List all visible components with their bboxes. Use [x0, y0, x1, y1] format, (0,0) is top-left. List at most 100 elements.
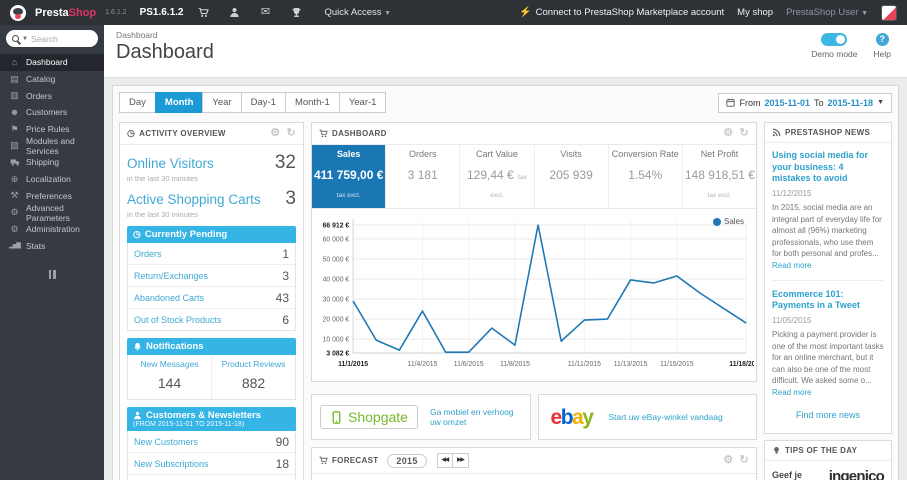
version-label: 1.6.1.2 [105, 9, 127, 16]
panel-refresh-icon[interactable]: ↻ [286, 128, 296, 139]
forecast-legend: Traffic Conversion Average Cart Value Sa… [312, 474, 756, 480]
shopgate-link[interactable]: Ga mobiel en verhoog uw omzet [430, 407, 522, 427]
range-year-button[interactable]: Year [202, 92, 241, 113]
read-more-link[interactable]: Read more [772, 388, 812, 397]
search-input[interactable] [30, 33, 92, 44]
rss-icon [772, 128, 781, 137]
news-article-title[interactable]: Using social media for your business: 4 … [772, 150, 884, 185]
customers-newsletters-header: Customers & Newsletters (FROM 2015-11-01… [127, 407, 296, 431]
kpi-orders[interactable]: Orders 3 181 [385, 145, 459, 208]
panel-refresh-icon[interactable]: ↻ [739, 455, 749, 466]
pending-out-of-stock-row[interactable]: Out of Stock Products 6 [128, 309, 295, 330]
collapse-menu-button[interactable] [0, 266, 104, 284]
truck-icon [9, 157, 20, 167]
chart-legend[interactable]: Sales [712, 217, 744, 226]
shop-code: PS1.6.1.2 [139, 7, 184, 18]
previous-year-button[interactable]: ◀◀ [436, 453, 454, 469]
cart-icon[interactable] [192, 7, 214, 18]
range-year-1-button[interactable]: Year-1 [338, 92, 387, 113]
clock-icon: ◷ [127, 128, 136, 138]
dashboard-board: Day Month Year Day-1 Month-1 Year-1 From… [112, 85, 899, 480]
marketplace-link[interactable]: ⚡ Connect to PrestaShop Marketplace accou… [519, 7, 724, 18]
activity-overview-panel: ◷ ACTIVITY OVERVIEW ⚙ ↻ Online Visitors 32… [119, 122, 304, 480]
new-customers-row[interactable]: New Customers 90 [128, 431, 295, 453]
sidebar-item-administration[interactable]: ⚙ Administration [0, 221, 104, 238]
read-more-link[interactable]: Read more [772, 261, 812, 270]
online-visitors-label[interactable]: Online Visitors [127, 156, 214, 171]
svg-text:66 912 €: 66 912 € [323, 222, 350, 229]
shopgate-logo: Shopgate [320, 405, 418, 429]
sidebar-item-orders[interactable]: ▥ Orders [0, 87, 104, 104]
sidebar-item-catalog[interactable]: ▤ Catalog [0, 71, 104, 88]
pending-orders-row[interactable]: Orders 1 [128, 243, 295, 265]
svg-text:30 000 €: 30 000 € [323, 296, 350, 303]
sidebar-item-modules[interactable]: ▧ Modules and Services [0, 136, 104, 156]
new-subscriptions-row[interactable]: New Subscriptions 18 [128, 453, 295, 475]
sidebar: ▼ ⌂Dashboard ▤Catalog ▥Orders ☻Customers… [0, 25, 104, 480]
kpi-conversion-rate[interactable]: Conversion Rate 1.54% [607, 145, 682, 208]
prestashop-logo [10, 4, 26, 21]
pending-abandoned-carts-row[interactable]: Abandoned Carts 43 [128, 287, 295, 309]
total-subscribers-row[interactable]: Total Subscribers1308 [128, 475, 295, 480]
kpi-net-profit[interactable]: Net Profit 148 918,51 € tax excl. [681, 145, 756, 208]
sidebar-nav: ⌂ Dashboard ▤ Catalog ▥ Orders ☻ Customers ⚑… [0, 54, 104, 254]
puzzle-icon: ▧ [10, 140, 19, 151]
quick-access-menu[interactable]: Quick Access ▼ [324, 7, 391, 18]
sidebar-item-shipping[interactable]: Shipping [0, 154, 104, 171]
find-more-news-link[interactable]: Find more news [772, 410, 884, 420]
ebay-link[interactable]: Start uw eBay-winkel vandaag [608, 412, 722, 422]
range-month-button[interactable]: Month [154, 92, 203, 113]
date-range-picker[interactable]: From 2015-11-01 To 2015-11-18 ▼ [718, 92, 892, 113]
sidebar-item-stats[interactable]: ▂▅▇ Stats [0, 238, 104, 255]
pending-returns-row[interactable]: Return/Exchanges 3 [128, 265, 295, 287]
kpi-visits[interactable]: Visits 205 939 [533, 145, 608, 208]
page-header: Dashboard Dashboard Demo mode ? Help [104, 25, 907, 78]
news-article-date: 11/05/2015 [772, 316, 812, 325]
panel-settings-icon[interactable]: ⚙ [723, 128, 733, 139]
demo-mode-toggle[interactable] [821, 33, 848, 46]
sidebar-item-advanced-parameters[interactable]: ⚙ Advanced Parameters [0, 203, 104, 223]
product-reviews-cell[interactable]: Product Reviews 882 [211, 355, 295, 399]
cart-icon [319, 129, 328, 138]
date-from: 2015-11-01 [764, 97, 810, 108]
main-area: Dashboard Dashboard Demo mode ? Help Day… [104, 25, 907, 480]
my-shop-link[interactable]: My shop [737, 7, 773, 18]
kpi-strip: Sales 411 759,00 € tax excl. Orders 3 181 … [312, 145, 756, 209]
panel-settings-icon[interactable]: ⚙ [270, 128, 280, 139]
ebay-promo: ebay Start uw eBay-winkel vandaag [537, 394, 757, 440]
help-icon[interactable]: ? [875, 33, 889, 46]
svg-text:11/15/2015: 11/15/2015 [660, 361, 694, 368]
active-carts-label[interactable]: Active Shopping Carts [127, 192, 261, 207]
next-year-button[interactable]: ▶▶ [453, 453, 469, 469]
active-carts-value: 3 [285, 188, 296, 209]
range-day-button[interactable]: Day [119, 92, 155, 113]
news-article-excerpt: In 2015, social media are an integral pa… [772, 203, 882, 271]
range-day-1-button[interactable]: Day-1 [240, 92, 285, 113]
sidebar-item-dashboard[interactable]: ⌂ Dashboard [0, 54, 104, 71]
prestashop-news-panel: PRESTASHOP NEWS Using social media for y… [764, 122, 892, 434]
sidebar-item-localization[interactable]: ⊕ Localization [0, 171, 104, 188]
sidebar-item-customers[interactable]: ☻ Customers [0, 104, 104, 121]
ingenico-logo: ingenico Payment services [828, 467, 885, 480]
user-menu[interactable]: PrestaShop User ▼ [786, 7, 868, 18]
chevron-down-icon: ▼ [384, 10, 392, 17]
svg-text:11/18/2015: 11/18/2015 [729, 361, 754, 368]
range-month-1-button[interactable]: Month-1 [284, 92, 339, 113]
envelope-icon[interactable]: ✉ [254, 7, 276, 18]
tips-panel-header: TIPS OF THE DAY [765, 441, 891, 461]
sales-line-chart[interactable]: 3 082 € 10 000 € 20 000 € 30 000 € 40 000 € 5… [314, 213, 754, 381]
svg-text:40 000 €: 40 000 € [323, 276, 350, 283]
activity-overview-header: ◷ ACTIVITY OVERVIEW ⚙ ↻ [120, 123, 303, 145]
sidebar-search[interactable]: ▼ [6, 30, 98, 47]
trophy-icon[interactable] [285, 7, 307, 18]
kpi-cart-value[interactable]: Cart Value 129,44 € tax excl. [459, 145, 533, 208]
panel-refresh-icon[interactable]: ↻ [739, 128, 749, 139]
new-messages-cell[interactable]: New Messages 144 [128, 355, 211, 399]
avatar[interactable] [881, 4, 897, 21]
notifications-cells: New Messages 144 Product Reviews 882 [127, 355, 296, 400]
news-article-title[interactable]: Ecommerce 101: Payments in a Tweet [772, 289, 884, 312]
plug-icon: ⚡ [519, 7, 532, 18]
kpi-sales[interactable]: Sales 411 759,00 € tax excl. [312, 145, 386, 208]
customer-icon[interactable] [223, 7, 245, 18]
panel-settings-icon[interactable]: ⚙ [723, 455, 733, 466]
